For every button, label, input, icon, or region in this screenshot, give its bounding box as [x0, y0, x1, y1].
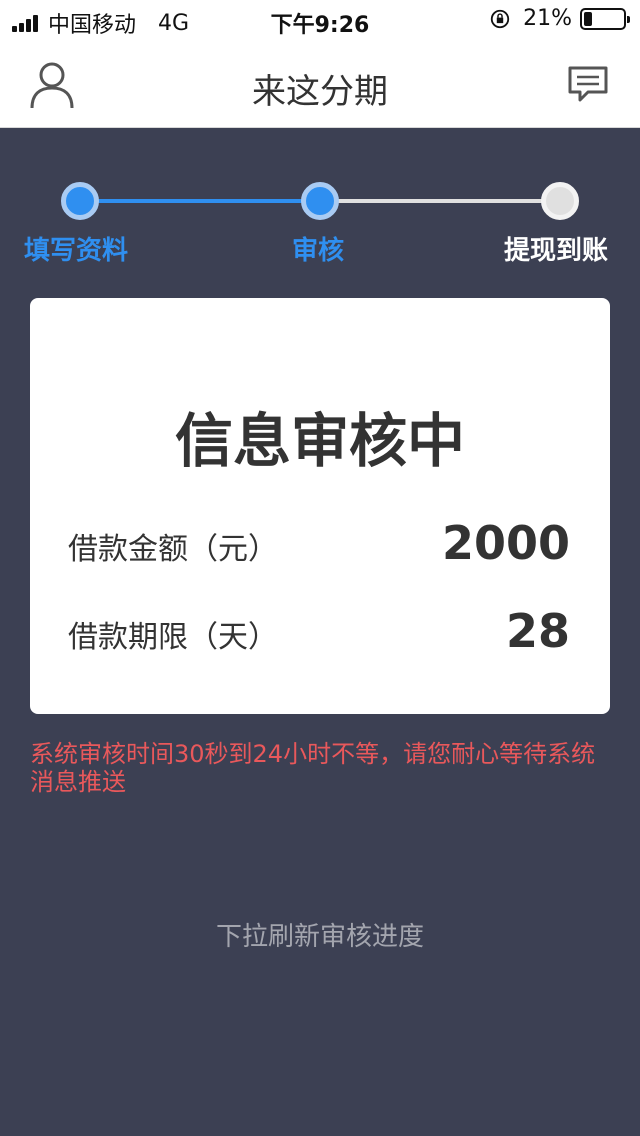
step-line-1: [80, 199, 320, 203]
message-icon[interactable]: [566, 64, 610, 104]
review-status-heading: 信息审核中: [174, 407, 465, 475]
loan-amount-value: 2000: [441, 516, 570, 570]
step-dot-fill-info: [61, 182, 99, 220]
step-dot-review: [301, 182, 339, 220]
step-dot-withdraw: [541, 182, 579, 220]
step-line-2: [320, 199, 560, 203]
review-status-card: 信息审核中 借款金额（元） 2000 借款期限（天） 28: [30, 298, 610, 714]
loan-term-label: 借款期限（天）: [68, 620, 278, 655]
step-label-fill-info: 填写资料: [24, 236, 129, 266]
nav-bar: 来这分期: [0, 40, 640, 128]
status-bar: 中国移动 4G 下午9:26 21%: [0, 0, 640, 40]
battery-icon: [580, 7, 630, 30]
loan-term-value: 28: [505, 604, 570, 658]
review-time-notice: 系统审核时间30秒到24小时不等，请您耐心等待系统消息推送: [30, 740, 596, 796]
pull-to-refresh-hint: 下拉刷新审核进度: [215, 922, 424, 952]
battery-percent: 21%: [523, 6, 572, 31]
step-label-withdraw: 提现到账: [504, 236, 609, 266]
step-label-review: 审核: [292, 236, 345, 266]
orientation-lock-icon: [490, 9, 510, 28]
status-right: 21%: [489, 6, 630, 31]
progress-steps: 填写资料 审核 提现到账: [0, 180, 640, 270]
page-title: 来这分期: [252, 72, 388, 112]
loan-amount-label: 借款金额（元）: [68, 532, 278, 567]
battery-fill: [584, 11, 592, 26]
